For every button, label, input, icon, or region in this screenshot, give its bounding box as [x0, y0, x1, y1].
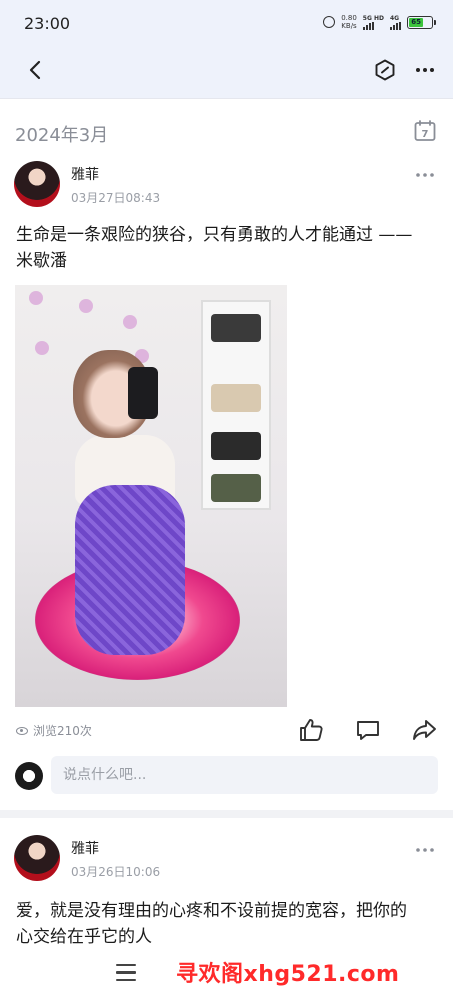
watermark: 寻欢阁xhg521.com [176, 962, 400, 987]
signal-bars-icon [390, 21, 401, 30]
status-time: 23:00 [24, 14, 71, 33]
signal-bars-icon [362, 21, 374, 30]
comment-input[interactable] [51, 756, 438, 794]
calendar-icon[interactable]: 7 [413, 119, 437, 143]
decor-flower [29, 291, 43, 305]
chevron-left-icon[interactable] [24, 58, 48, 82]
post-time: 03月26日10:06 [71, 865, 161, 879]
more-dots-icon[interactable] [413, 163, 437, 187]
bag [211, 384, 261, 412]
eye-icon [16, 726, 28, 735]
comment-row [0, 756, 453, 798]
status-icons: 0.80 KB/s 5G HD 4G 65 [323, 14, 436, 30]
more-dots-icon[interactable] [413, 58, 437, 82]
post-author[interactable]: 雅菲 [71, 838, 99, 858]
post-photo[interactable] [15, 285, 287, 707]
battery-icon: 65 [407, 15, 436, 29]
post-content: 爱，就是没有理由的心疼和不设前提的宽容，把你的心交给在乎它的人 [16, 901, 407, 947]
net-speed-unit: KB/s [341, 22, 357, 30]
comment-icon[interactable] [354, 716, 382, 744]
post-content: 生命是一条艰险的狭谷，只有勇敢的人才能通过 ——米歇潘 [16, 225, 413, 271]
signal-4g: 4G [390, 15, 401, 30]
net-speed-value: 0.80 [341, 14, 357, 22]
calendar-day: 7 [422, 129, 429, 140]
header-area: 23:00 0.80 KB/s 5G HD 4G 65 [0, 0, 453, 98]
signal-5g: 5G HD [362, 14, 384, 30]
status-bar: 23:00 0.80 KB/s 5G HD 4G 65 [0, 0, 453, 46]
more-dots-icon[interactable] [413, 838, 437, 862]
post-author[interactable]: 雅菲 [71, 164, 99, 184]
nav-bar [0, 46, 453, 98]
bag [211, 474, 261, 502]
alarm-icon [323, 16, 336, 28]
decor-flower [35, 341, 49, 355]
view-count-label: 浏览210次 [33, 724, 92, 738]
share-icon[interactable] [410, 716, 438, 744]
signal-4g-label: 4G [390, 14, 400, 22]
bottom-bar: 寻欢阁xhg521.com [0, 950, 453, 1000]
avatar[interactable] [14, 161, 60, 207]
like-icon[interactable] [297, 716, 325, 744]
month-header: 2024年3月 7 [0, 98, 453, 154]
user-avatar [15, 762, 43, 790]
month-label: 2024年3月 [15, 125, 109, 146]
shelf [201, 300, 271, 510]
phone [128, 367, 158, 419]
avatar[interactable] [14, 835, 60, 881]
signal-5g-label: 5G HD [362, 14, 384, 22]
bag [211, 314, 261, 342]
menu-icon[interactable] [116, 964, 136, 982]
post-time: 03月27日08:43 [71, 191, 161, 205]
person-legs [75, 485, 185, 655]
bag [211, 432, 261, 460]
decor-flower [79, 299, 93, 313]
hexagon-icon[interactable] [373, 58, 397, 82]
post-divider [0, 810, 453, 818]
battery-level: 65 [409, 17, 424, 27]
view-count: 浏览210次 [16, 722, 92, 739]
decor-flower [123, 315, 137, 329]
net-speed: 0.80 KB/s [341, 14, 357, 30]
